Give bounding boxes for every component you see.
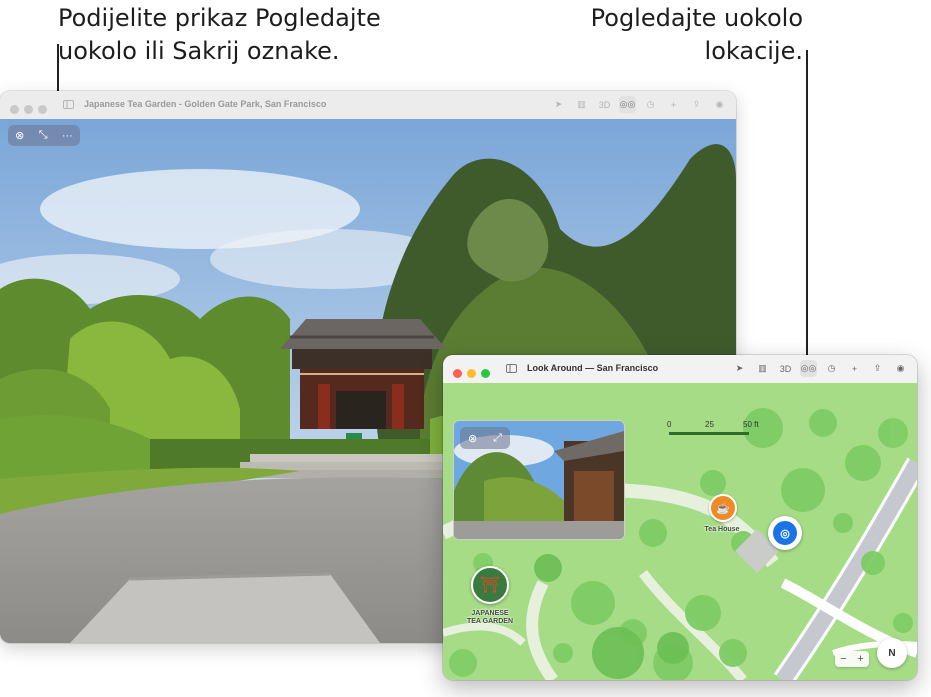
map-window: Look Around — San Francisco ➤ ▥ 3D ◎◎ ◷ … <box>443 355 917 680</box>
location-arrow-icon[interactable]: ➤ <box>550 96 567 113</box>
map-window-controls <box>453 365 495 383</box>
callout-right-line2: lokacije. <box>704 37 803 65</box>
map-canvas[interactable]: ⊗ ⤢ 0 25 50 ft ☕ Tea House ◎ ⛩ JAPANESE <box>443 383 917 680</box>
scale-zero-label: 0 <box>667 420 672 429</box>
map-toolbar-icons: ➤ ▥ 3D ◎◎ ◷ + ⇪ ◉ <box>731 360 909 377</box>
close-window-button[interactable] <box>10 105 19 114</box>
window-toolbar: Japanese Tea Garden - Golden Gate Park, … <box>0 91 736 120</box>
zoom-window-button[interactable] <box>481 369 490 378</box>
scale-bar <box>669 432 749 435</box>
collapse-view-button[interactable]: ⤡ <box>39 129 48 142</box>
look-around-binoculars-icon[interactable]: ◎◎ <box>800 360 817 377</box>
location-arrow-icon[interactable]: ➤ <box>731 360 748 377</box>
add-icon[interactable]: + <box>846 360 863 377</box>
share-icon[interactable]: ⇪ <box>688 96 705 113</box>
preview-controls: ⊗ ⤢ <box>460 427 510 449</box>
callout-right-leader <box>806 50 808 363</box>
toolbar-icons: ➤ ▥ 3D ◎◎ ◷ + ⇪ ◉ <box>550 96 728 113</box>
close-look-around-button[interactable]: ⊗ <box>15 129 24 142</box>
share-icon[interactable]: ⇪ <box>869 360 886 377</box>
sidebar-icon[interactable] <box>60 96 77 113</box>
directions-icon[interactable]: ◷ <box>642 96 659 113</box>
minimize-window-button[interactable] <box>467 369 476 378</box>
expand-preview-button[interactable]: ⤢ <box>493 432 502 445</box>
window-controls <box>10 101 52 119</box>
binoculars-icon: ◎ <box>773 521 797 545</box>
japanese-tea-garden-marker[interactable]: ⛩ <box>471 566 509 604</box>
more-options-button[interactable]: ··· <box>62 130 73 142</box>
window-title: Japanese Tea Garden - Golden Gate Park, … <box>84 99 327 109</box>
compass-north-label: N <box>888 647 896 659</box>
add-icon[interactable]: + <box>665 96 682 113</box>
look-around-binoculars-icon[interactable]: ◎◎ <box>619 96 636 113</box>
zoom-window-button[interactable] <box>38 105 47 114</box>
tea-house-marker[interactable]: ☕ <box>709 494 737 522</box>
callout-left-line2: uokolo ili Sakrij oznake. <box>58 37 340 65</box>
map-window-toolbar: Look Around — San Francisco ➤ ▥ 3D ◎◎ ◷ … <box>443 355 917 384</box>
close-preview-button[interactable]: ⊗ <box>468 432 477 445</box>
view-3d-button[interactable]: 3D <box>596 96 613 113</box>
callout-look-around: Pogledajte uokolo lokacije. <box>591 2 803 68</box>
map-window-title: Look Around — San Francisco <box>527 363 659 373</box>
look-around-controls: ⊗ ⤡ ··· <box>8 125 80 146</box>
garden-label-line1: JAPANESE <box>471 610 509 617</box>
account-icon[interactable]: ◉ <box>892 360 909 377</box>
zoom-in-button[interactable]: + <box>857 653 863 665</box>
callout-share-hide-labels: Podijelite prikaz Pogledajte uokolo ili … <box>58 2 381 68</box>
japanese-tea-garden-label[interactable]: JAPANESE TEA GARDEN <box>463 610 517 626</box>
scale-mid-label: 25 <box>705 420 714 429</box>
view-3d-button[interactable]: 3D <box>777 360 794 377</box>
teapot-icon: ☕ <box>716 502 730 515</box>
account-icon[interactable]: ◉ <box>711 96 728 113</box>
look-around-preview[interactable]: ⊗ ⤢ <box>453 420 625 540</box>
callout-right-line1: Pogledajte uokolo <box>590 4 803 32</box>
zoom-controls: − + <box>835 651 869 667</box>
compass[interactable]: N <box>877 638 907 668</box>
close-window-button[interactable] <box>453 369 462 378</box>
directions-icon[interactable]: ◷ <box>823 360 840 377</box>
sidebar-icon[interactable] <box>503 360 520 377</box>
garden-label-line2: TEA GARDEN <box>466 618 514 625</box>
callout-left-line1: Podijelite prikaz Pogledajte <box>58 4 381 32</box>
tea-house-label[interactable]: Tea House <box>695 526 749 534</box>
map-icon[interactable]: ▥ <box>754 360 771 377</box>
scale-end-label: 50 ft <box>743 420 759 429</box>
map-icon[interactable]: ▥ <box>573 96 590 113</box>
zoom-out-button[interactable]: − <box>840 653 846 665</box>
pagoda-icon: ⛩ <box>479 577 501 594</box>
look-around-position-marker[interactable]: ◎ <box>768 516 802 550</box>
minimize-window-button[interactable] <box>24 105 33 114</box>
